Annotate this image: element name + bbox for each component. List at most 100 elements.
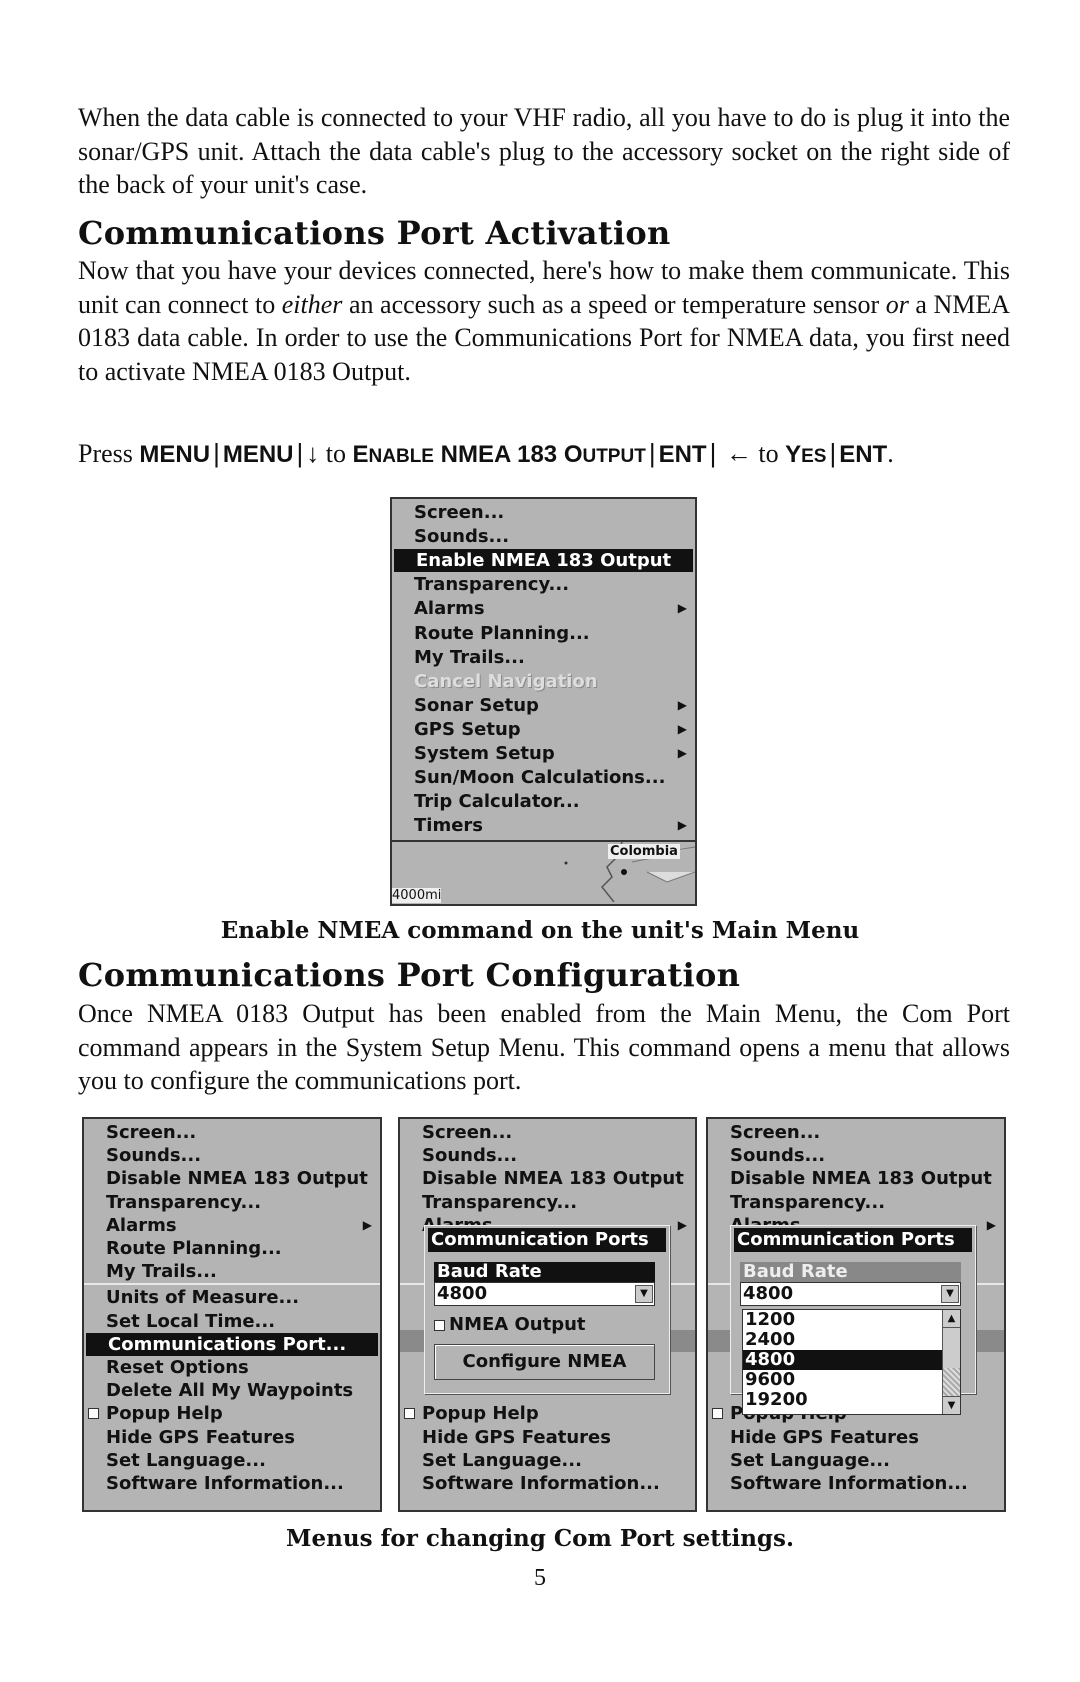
menu-item-hide-gps-features[interactable]: Hide GPS Features [708,1426,1004,1449]
menu-item-disable-nmea-183-output[interactable]: Disable NMEA 183 Output [708,1167,1004,1190]
menu-item-software-information[interactable]: Software Information... [400,1472,695,1495]
menu-item-set-language[interactable]: Set Language... [84,1449,380,1472]
menu-item-popup-help[interactable]: Popup Help [400,1402,695,1425]
menu-item-label: Transparency... [414,574,570,596]
menu-item-my-trails[interactable]: My Trails... [392,646,695,669]
menu-item-sounds[interactable]: Sounds... [84,1144,380,1167]
chevron-down-icon[interactable]: ▼ [941,1285,959,1303]
menu-item-screen[interactable]: Screen... [84,1121,380,1144]
menu-item-disable-nmea-183-output[interactable]: Disable NMEA 183 Output [400,1167,695,1190]
scroll-down-icon[interactable]: ▼ [943,1396,960,1414]
checkbox-icon[interactable] [712,1408,723,1420]
menu-item-set-language[interactable]: Set Language... [400,1449,695,1472]
menu-item-label: Screen... [414,502,505,523]
baud-option-4800[interactable]: 4800 [743,1350,942,1370]
menu-item-hide-gps-features[interactable]: Hide GPS Features [84,1426,380,1449]
menu-item-label: Sonar Setup [414,694,539,716]
menu-item-transparency[interactable]: Transparency... [84,1191,380,1214]
baud-option-19200[interactable]: 19200 [743,1390,942,1410]
baud-option-1200[interactable]: 1200 [743,1310,942,1330]
menu-item-label: System Setup [414,743,555,764]
menu-item-software-information[interactable]: Software Information... [708,1472,1004,1495]
menu-item-units-of-measure[interactable]: Units of Measure... [84,1286,380,1309]
menu-item-label: Transparency... [106,1191,262,1213]
com-ports-dialog-screenshot: Communication Ports Baud Rate 4800 ▼ NMEA… [398,1117,697,1512]
menu-item-software-information[interactable]: Software Information... [84,1472,380,1495]
menu-item-label: Sounds... [730,1145,826,1167]
scroll-up-icon[interactable]: ▲ [943,1310,960,1328]
menu-item-label: Transparency... [422,1191,578,1213]
menu-item-trip-calculator[interactable]: Trip Calculator... [392,790,695,813]
menu-item-sounds[interactable]: Sounds... [400,1144,695,1167]
menu-item-hide-gps-features[interactable]: Hide GPS Features [400,1426,695,1449]
menu-item-label: Sounds... [414,526,510,548]
menu-item-communications-port[interactable]: Communications Port... [86,1332,378,1356]
activation-paragraph: Now that you have your devices connected… [78,256,1010,387]
menu-item-screen[interactable]: Screen... [392,501,695,524]
scroll-track[interactable] [943,1368,960,1396]
baud-option-2400[interactable]: 2400 [743,1330,942,1350]
menu-item-alarms[interactable]: Alarms ▶ [392,597,695,620]
menu-item-sun-moon-calculations[interactable]: Sun/Moon Calculations... [392,766,695,789]
checkbox-icon[interactable] [404,1408,415,1420]
menu-item-set-language[interactable]: Set Language... [708,1449,1004,1472]
scrollbar[interactable]: ▲ ▼ [942,1310,960,1414]
checkbox-icon[interactable] [88,1408,99,1420]
menu-item-set-local-time[interactable]: Set Local Time... [84,1310,380,1333]
chevron-down-icon[interactable]: ▼ [635,1285,653,1303]
menu-item-alarms[interactable]: Alarms ▶ [84,1214,380,1237]
menu-item-label: Hide GPS Features [730,1426,919,1448]
baud-rate-label: Baud Rate [740,1262,961,1282]
menu-item-enable-nmea-183-output[interactable]: Enable NMEA 183 Output [394,549,693,573]
menu-item-gps-setup[interactable]: GPS Setup ▶ [392,718,695,741]
menu-item-popup-help[interactable]: Popup Help [84,1402,380,1425]
intro-paragraph: When the data cable is connected to your… [78,103,1010,200]
submenu-arrow-icon: ▶ [362,1217,372,1232]
menu-item-route-planning[interactable]: Route Planning... [84,1237,380,1260]
menu-item-label: Software Information... [422,1473,660,1494]
nmea-output-checkbox[interactable]: NMEA Output [434,1314,586,1336]
menu-item-label: Disable NMEA 183 Output [106,1168,368,1190]
submenu-arrow-icon: ▶ [677,721,687,736]
menu-item-sonar-setup[interactable]: Sonar Setup ▶ [392,694,695,717]
menu-item-sounds[interactable]: Sounds... [708,1144,1004,1167]
menu-item-system-setup[interactable]: System Setup ▶ [392,742,695,765]
menu-item-disable-nmea-183-output[interactable]: Disable NMEA 183 Output [84,1167,380,1190]
menu-item-reset-options[interactable]: Reset Options [84,1356,380,1379]
baud-rate-list-screenshot: Communication Ports Baud Rate 4800 ▼ 1200… [706,1117,1006,1512]
menu-item-label: Sun/Moon Calculations... [414,767,666,789]
baud-option-9600[interactable]: 9600 [743,1370,942,1390]
map-strip: Colombia 4000mi [392,840,695,904]
configure-nmea-button[interactable]: Configure NMEA [434,1344,655,1380]
checkbox-icon[interactable] [434,1320,445,1331]
submenu-arrow-icon: ▶ [677,746,687,760]
menu-item-label: Alarms [106,1214,177,1236]
menu-item-screen[interactable]: Screen... [400,1121,695,1144]
menu-item-my-trails[interactable]: My Trails... [84,1260,380,1283]
baud-rate-select[interactable]: 4800 ▼ [740,1282,961,1306]
menu-item-label: My Trails... [414,646,525,668]
menu-item-transparency[interactable]: Transparency... [400,1191,695,1214]
menu-item-label: Communications Port... [108,1333,347,1355]
map-scale: 4000mi [392,888,442,903]
baud-rate-select[interactable]: 4800 ▼ [434,1282,655,1306]
menu-item-label: My Trails... [106,1261,217,1283]
heading-port-activation: Communications Port Activation [78,214,671,252]
menu-item-transparency[interactable]: Transparency... [392,573,695,596]
menu-item-route-planning[interactable]: Route Planning... [392,622,695,645]
menu-item-screen[interactable]: Screen... [708,1121,1004,1144]
menu-item-transparency[interactable]: Transparency... [708,1191,1004,1214]
menu-item-label: Reset Options [106,1357,249,1378]
menu-item-delete-all-my-waypoints[interactable]: Delete All My Waypoints [84,1379,380,1402]
baud-rate-dropdown-list[interactable]: 1200 2400 4800 9600 19200 ▲ ▼ [742,1309,961,1415]
menu-item-label: Screen... [730,1122,821,1143]
menu-item-label: Sounds... [106,1145,202,1167]
main-menu-screenshot: Colombia 4000mi Screen... Sounds... Enable… [390,497,697,906]
menu-item-sounds[interactable]: Sounds... [392,525,695,548]
submenu-arrow-icon: ▶ [677,818,687,833]
menu-item-timers[interactable]: Timers ▶ [392,814,695,837]
system-menu-screenshot: Screen... Sounds... Disable NMEA 183 Outpu… [82,1117,382,1512]
menu-item-label: Timers [414,815,484,837]
menu-item-label: GPS Setup [414,718,521,740]
dialog-title: Communication Ports [428,1228,666,1252]
